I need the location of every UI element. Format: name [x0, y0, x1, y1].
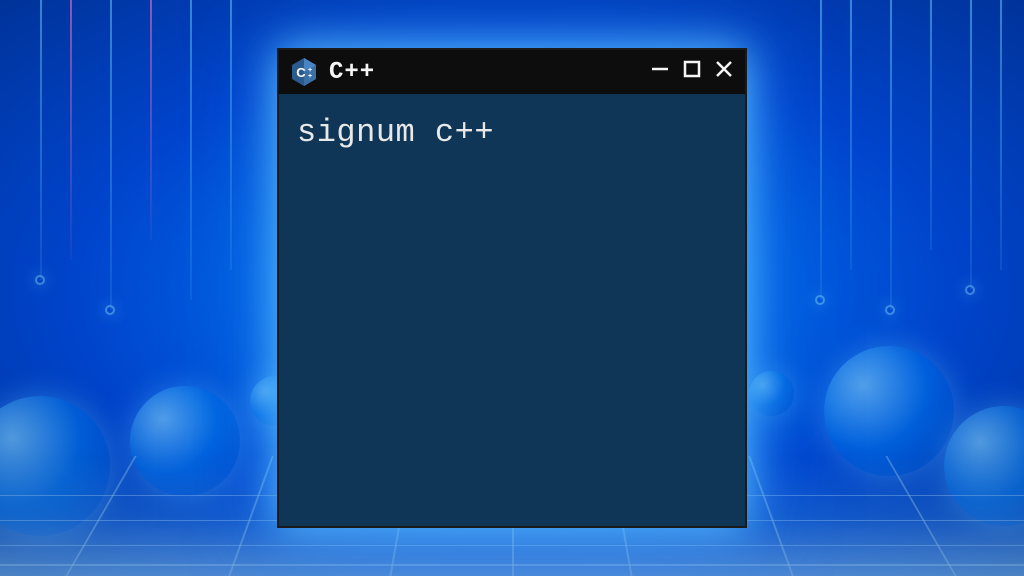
svg-text:C: C [296, 65, 306, 80]
terminal-window: C + + C++ signum c++ [277, 48, 747, 528]
cpp-logo-icon: C + + [289, 57, 319, 87]
window-controls [649, 59, 735, 85]
window-title: C++ [329, 59, 375, 86]
close-button[interactable] [713, 59, 735, 85]
svg-text:+: + [308, 73, 312, 80]
titlebar[interactable]: C + + C++ [279, 50, 745, 94]
minimize-button[interactable] [649, 60, 671, 84]
maximize-button[interactable] [681, 60, 703, 84]
code-line: signum c++ [297, 114, 727, 151]
terminal-content[interactable]: signum c++ [279, 94, 745, 526]
